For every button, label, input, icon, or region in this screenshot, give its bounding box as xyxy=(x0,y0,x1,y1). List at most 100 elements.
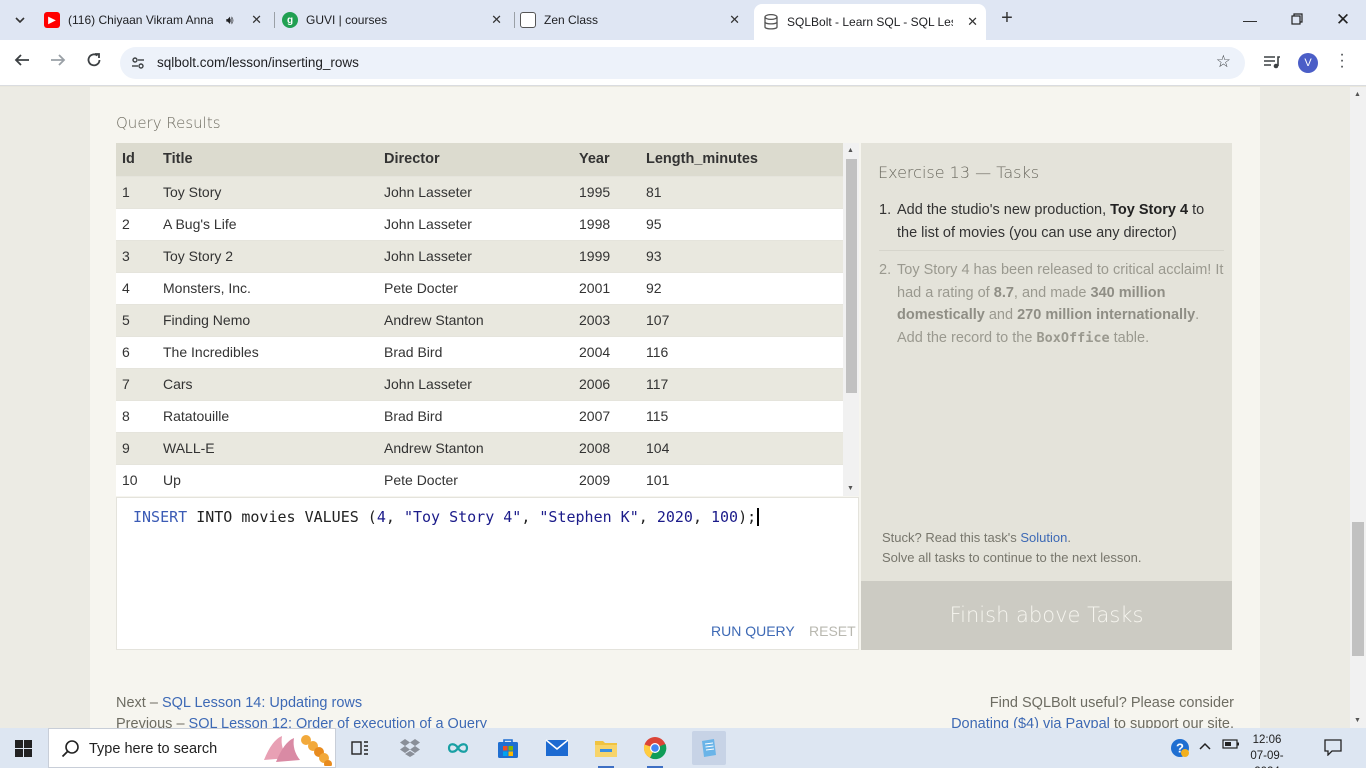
sql-editor[interactable]: INSERT INTO movies VALUES (4, "Toy Story… xyxy=(116,497,859,650)
scroll-up-icon[interactable]: ▲ xyxy=(847,147,854,154)
sql-string: "Toy Story 4" xyxy=(403,508,522,526)
profile-avatar[interactable]: V xyxy=(1298,53,1318,73)
task-number: 1. xyxy=(879,202,892,218)
chevron-up-icon[interactable] xyxy=(1199,738,1211,753)
cell-id: 2 xyxy=(116,207,157,240)
forward-button[interactable] xyxy=(46,51,70,75)
clock-time: 12:06 xyxy=(1252,734,1282,746)
site-info-icon[interactable] xyxy=(130,55,146,71)
table-row: 7 Cars John Lasseter 2006 117 xyxy=(116,367,843,400)
media-controls-icon[interactable] xyxy=(1262,52,1282,72)
close-window-button[interactable]: ✕ xyxy=(1331,8,1355,32)
solution-link[interactable]: Solution xyxy=(1020,530,1067,545)
task-text-part: , and made xyxy=(1013,284,1091,301)
windows-start-icon[interactable] xyxy=(15,740,32,757)
cell-director: Brad Bird xyxy=(378,399,573,432)
scroll-down-icon[interactable]: ▼ xyxy=(1354,717,1361,724)
results-scrollbar[interactable]: ▲ ▼ xyxy=(843,143,859,496)
finish-tasks-button[interactable]: Finish above Tasks xyxy=(861,581,1232,650)
restore-button[interactable] xyxy=(1285,8,1309,32)
close-icon[interactable]: ✕ xyxy=(251,12,262,28)
task-text: Toy Story 4 has been released to critica… xyxy=(897,259,1224,349)
stuck-text: Stuck? Read this task's xyxy=(882,530,1021,545)
next-lesson-link[interactable]: SQL Lesson 14: Updating rows xyxy=(162,695,362,711)
cell-id: 10 xyxy=(116,463,157,496)
forward-arrow-icon xyxy=(51,54,66,66)
restore-icon xyxy=(1291,13,1303,25)
cell-title: Ratatouille xyxy=(157,399,378,432)
sql-query-text[interactable]: INSERT INTO movies VALUES (4, "Toy Story… xyxy=(133,508,760,526)
table-row: 6 The Incredibles Brad Bird 2004 116 xyxy=(116,335,843,368)
tab-sqlbolt[interactable]: SQLBolt - Learn SQL - SQL Less ✕ xyxy=(754,4,986,40)
browser-menu-icon[interactable]: · · · xyxy=(1336,47,1348,75)
table-row: 9 WALL-E Andrew Stanton 2008 104 xyxy=(116,431,843,464)
close-icon[interactable]: ✕ xyxy=(729,12,740,28)
solve-all-text: Solve all tasks to continue to the next … xyxy=(882,549,1142,565)
new-tab-button[interactable]: + xyxy=(996,8,1018,30)
cell-length-minutes: 107 xyxy=(640,303,843,336)
tab-zen-class[interactable]: Zen Class ✕ xyxy=(520,6,748,34)
folder-icon xyxy=(595,741,617,757)
audio-playing-icon[interactable]: 🔊︎ xyxy=(226,13,234,28)
search-placeholder: Type here to search xyxy=(89,741,218,757)
clock-date: 07-09-2024 xyxy=(1250,750,1284,768)
reset-button[interactable]: RESET xyxy=(809,623,856,639)
cell-year: 2004 xyxy=(573,335,640,368)
sql-string: "Stephen K" xyxy=(539,508,639,526)
cell-director: Andrew Stanton xyxy=(378,303,573,336)
table-body: 1 Toy Story John Lasseter 1995 81 2 A Bug's Li… xyxy=(116,175,843,496)
browser-toolbar: sqlbolt.com/lesson/inserting_rows ☆ V · ·… xyxy=(0,40,1366,86)
cell-title: Cars xyxy=(157,367,378,400)
cell-length-minutes: 116 xyxy=(640,335,843,368)
search-highlight-art-icon[interactable] xyxy=(258,730,336,766)
cell-id: 9 xyxy=(116,431,157,464)
reload-button[interactable] xyxy=(82,51,106,75)
close-icon[interactable]: ✕ xyxy=(491,12,502,28)
system-clock[interactable]: 12:06 07-09-2024 xyxy=(1240,732,1294,768)
run-query-button[interactable]: RUN QUERY xyxy=(711,623,795,639)
tab-youtube[interactable]: ▶ (116) Chiyaan Vikram Anna 🔊︎ ✕ xyxy=(44,6,270,34)
microsoft-store-button[interactable] xyxy=(496,736,520,760)
notifications-icon[interactable] xyxy=(1324,738,1342,756)
dropbox-button[interactable] xyxy=(398,736,422,760)
cell-id: 7 xyxy=(116,367,157,400)
cell-length-minutes: 115 xyxy=(640,399,843,432)
notepad-button[interactable] xyxy=(692,731,726,765)
tab-guvi[interactable]: g GUVI | courses ✕ xyxy=(282,6,510,34)
scroll-down-icon[interactable]: ▼ xyxy=(847,485,854,492)
minimize-button[interactable]: — xyxy=(1238,8,1262,32)
tab-search-menu-button[interactable] xyxy=(8,8,32,32)
column-header-title: Title xyxy=(157,143,378,176)
battery-icon[interactable] xyxy=(1222,738,1240,753)
cell-id: 6 xyxy=(116,335,157,368)
arduino-button[interactable] xyxy=(446,736,470,760)
scrollbar-thumb[interactable] xyxy=(846,159,857,393)
cell-id: 4 xyxy=(116,271,157,304)
close-icon[interactable]: ✕ xyxy=(967,14,978,30)
scrollbar-thumb[interactable] xyxy=(1352,522,1364,656)
cell-title: A Bug's Life xyxy=(157,207,378,240)
chrome-button[interactable] xyxy=(643,736,667,768)
task-text-bold: 270 million internationally xyxy=(1017,307,1196,323)
cell-id: 8 xyxy=(116,399,157,432)
bookmark-star-icon[interactable]: ☆ xyxy=(1216,52,1231,72)
help-icon[interactable]: ? xyxy=(1170,738,1190,758)
mail-button[interactable] xyxy=(545,736,569,760)
cell-length-minutes: 81 xyxy=(640,175,843,208)
cell-length-minutes: 117 xyxy=(640,367,843,400)
chrome-icon xyxy=(643,737,667,760)
cell-id: 5 xyxy=(116,303,157,336)
file-explorer-button[interactable] xyxy=(594,736,618,768)
browser-tabstrip: ▶ (116) Chiyaan Vikram Anna 🔊︎ ✕ g GUVI … xyxy=(0,0,1366,40)
url-text[interactable]: sqlbolt.com/lesson/inserting_rows xyxy=(157,55,359,70)
sql-code-part: INTO movies VALUES ( xyxy=(187,508,377,526)
task-text-bold: 8.7 xyxy=(993,284,1014,301)
address-bar[interactable]: sqlbolt.com/lesson/inserting_rows ☆ xyxy=(120,47,1245,79)
cell-year: 1995 xyxy=(573,175,640,208)
task-view-button[interactable] xyxy=(348,736,372,760)
back-button[interactable] xyxy=(10,51,34,75)
scroll-up-icon[interactable]: ▲ xyxy=(1354,91,1361,98)
table-row: 1 Toy Story John Lasseter 1995 81 xyxy=(116,175,843,208)
page-scrollbar[interactable]: ▲ ▼ xyxy=(1350,87,1366,728)
cell-year: 2008 xyxy=(573,431,640,464)
